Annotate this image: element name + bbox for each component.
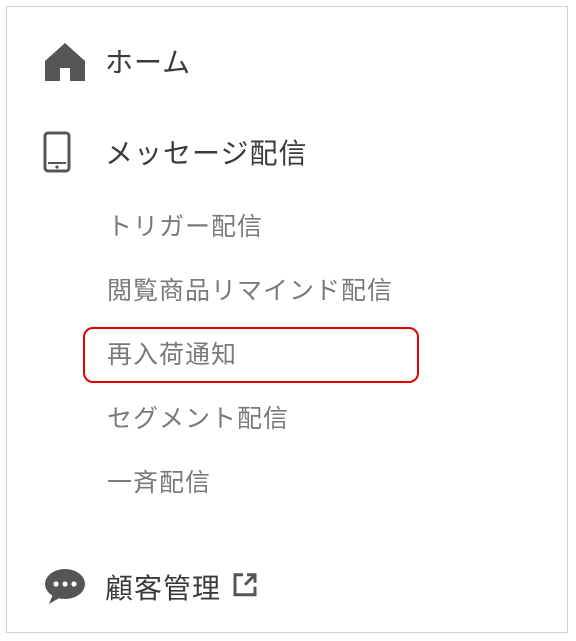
- sub-item-segment[interactable]: セグメント配信: [107, 397, 289, 441]
- nav-item-messages[interactable]: メッセージ配信: [7, 122, 567, 182]
- nav-item-customers-label: 顧客管理: [105, 567, 259, 608]
- sub-item-restock-notice[interactable]: 再入荷通知: [107, 333, 237, 377]
- nav-item-customers-text: 顧客管理: [105, 571, 222, 605]
- sub-item-trigger[interactable]: トリガー配信: [107, 205, 263, 249]
- external-link-icon: [231, 570, 259, 605]
- nav-item-home-label: ホーム: [105, 46, 192, 79]
- nav-item-home[interactable]: ホーム: [7, 31, 567, 91]
- sub-item-broadcast[interactable]: 一斉配信: [107, 461, 211, 505]
- sub-item-viewed-product-reminder[interactable]: 閲覧商品リマインド配信: [107, 269, 393, 313]
- nav-item-customers[interactable]: 顧客管理: [7, 557, 567, 617]
- sidebar-menu: ホーム メッセージ配信 トリガー配信 閲覧商品リマインド配信 再入荷通知 セグメ…: [6, 6, 568, 633]
- smartphone-icon: [43, 131, 71, 173]
- nav-item-messages-label: メッセージ配信: [105, 137, 308, 170]
- chat-bubble-icon: [43, 568, 87, 606]
- home-icon: [43, 41, 87, 81]
